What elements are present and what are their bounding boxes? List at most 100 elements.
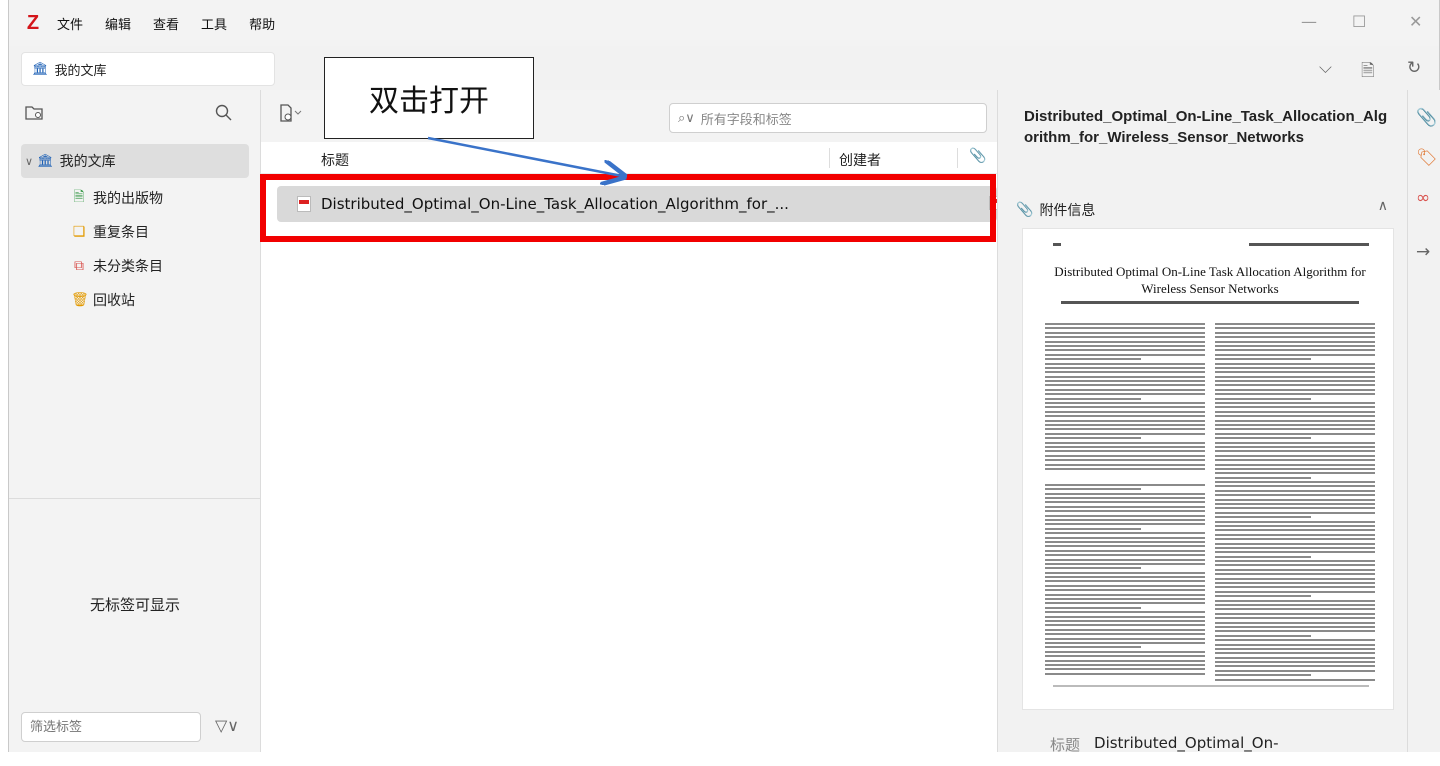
preview-text-line xyxy=(1215,639,1375,642)
menu-help[interactable]: 帮助 xyxy=(249,14,275,33)
preview-text-line xyxy=(1215,353,1375,356)
preview-text-line xyxy=(1045,371,1205,374)
collection-my-publications[interactable]: 🗎 我的出版物 xyxy=(71,186,163,210)
preview-text-line xyxy=(1215,608,1375,611)
collection-unfiled[interactable]: ⧉ 未分类条目 xyxy=(71,254,163,278)
preview-text-line xyxy=(1045,540,1205,543)
preview-text-line xyxy=(1215,621,1375,624)
preview-text-line xyxy=(1215,564,1375,567)
collections-toolbar xyxy=(9,90,260,142)
menu-view[interactable]: 查看 xyxy=(153,14,179,33)
preview-text-line xyxy=(1215,617,1375,620)
sync-icon[interactable]: ↻ xyxy=(1407,58,1421,78)
maximize-button[interactable]: ☐ xyxy=(1352,12,1366,31)
preview-text-line xyxy=(1215,507,1375,510)
preview-text-line xyxy=(1215,511,1375,514)
collection-label: 未分类条目 xyxy=(93,259,163,275)
preview-text-line xyxy=(1045,336,1205,339)
chevron-up-icon[interactable]: ∧ xyxy=(1378,198,1388,214)
chevron-down-icon[interactable]: ⌵ xyxy=(1319,58,1332,78)
column-divider[interactable] xyxy=(829,148,830,168)
attachment-column-icon[interactable]: 📎 xyxy=(969,148,986,164)
related-icon[interactable]: ∞ xyxy=(1416,188,1430,208)
filter-icon[interactable]: ▽∨ xyxy=(215,716,239,735)
preview-text-line xyxy=(1215,419,1375,422)
preview-text-line xyxy=(1045,510,1205,513)
search-icon: ⌕∨ xyxy=(678,110,695,126)
preview-text-line xyxy=(1045,349,1205,352)
preview-title: Distributed Optimal On-Line Task Allocat… xyxy=(1054,264,1366,296)
tab-my-library[interactable]: 🏛 我的文库 xyxy=(21,52,275,86)
preview-text-line xyxy=(1215,529,1375,532)
search-icon[interactable] xyxy=(215,104,233,127)
preview-text-line xyxy=(1045,467,1205,470)
preview-text-line xyxy=(1215,503,1375,506)
tag-icon[interactable]: 🏷 xyxy=(1416,148,1438,168)
items-search-input[interactable]: ⌕∨ 所有字段和标签 xyxy=(669,103,987,133)
collection-trash[interactable]: 🗑 回收站 xyxy=(71,288,135,312)
tag-selector-divider[interactable] xyxy=(9,498,261,499)
preview-text-line xyxy=(1215,476,1311,479)
preview-text-line xyxy=(1215,463,1375,466)
preview-text-line xyxy=(1215,656,1375,659)
column-creator[interactable]: 创建者 xyxy=(839,150,881,170)
attachment-info-header[interactable]: 📎 附件信息 ∧ xyxy=(1016,198,1400,222)
preview-text-line xyxy=(1215,454,1375,457)
collection-my-library[interactable]: ∨ 🏛 我的文库 xyxy=(21,144,249,178)
preview-text-line xyxy=(1215,472,1375,475)
close-button[interactable]: ✕ xyxy=(1409,12,1422,31)
menu-tools[interactable]: 工具 xyxy=(201,14,227,33)
preview-text-line xyxy=(1215,323,1375,325)
preview-text-line xyxy=(1045,375,1205,378)
preview-text-line xyxy=(1045,558,1205,561)
preview-text-line xyxy=(1045,519,1205,522)
preview-text-line xyxy=(1045,432,1205,435)
preview-text-line xyxy=(1215,498,1375,501)
menu-file[interactable]: 文件 xyxy=(57,14,83,33)
minimize-button[interactable]: — xyxy=(1301,12,1317,31)
chevron-down-icon[interactable]: ∨ xyxy=(25,155,33,168)
preview-text-line xyxy=(1045,492,1205,495)
collections-pane: ∨ 🏛 我的文库 🗎 我的出版物 ❏ 重复条目 ⧉ 未分类条目 🗑 回收站 无标… xyxy=(9,90,261,752)
preview-text-line xyxy=(1215,551,1375,554)
preview-text-line xyxy=(1045,562,1205,565)
preview-text-line xyxy=(1215,630,1375,633)
title-field-value[interactable]: Distributed_Optimal_On- xyxy=(1094,734,1278,755)
publications-icon: 🗎 xyxy=(73,189,85,205)
preview-text-line xyxy=(1045,384,1205,387)
preview-text-line xyxy=(1215,344,1375,347)
preview-text-line xyxy=(1045,584,1205,587)
preview-text-line xyxy=(1215,331,1375,334)
preview-text-line xyxy=(1215,599,1375,602)
preview-text-line xyxy=(1045,483,1205,486)
collection-duplicates[interactable]: ❏ 重复条目 xyxy=(71,220,149,244)
tab-bar: 🏛 我的文库 ⌵ 🗎 ↻ xyxy=(9,46,1439,90)
new-item-icon[interactable] xyxy=(279,104,303,126)
tab-label: 我的文库 xyxy=(54,63,107,79)
preview-text-line xyxy=(1215,336,1375,339)
preview-text-line xyxy=(1215,604,1375,606)
reader-icon[interactable]: 🗎 xyxy=(1361,58,1375,87)
preview-text-line xyxy=(1215,494,1375,497)
new-collection-icon[interactable] xyxy=(25,104,43,125)
preview-text-line xyxy=(1045,488,1141,491)
preview-running-header xyxy=(1053,243,1369,246)
locate-icon[interactable]: → xyxy=(1416,242,1430,262)
preview-text-line xyxy=(1215,524,1375,527)
preview-text-line xyxy=(1045,393,1205,396)
preview-text-line xyxy=(1215,388,1375,391)
item-pane-sidenav: 📎 🏷 ∞ → xyxy=(1407,90,1440,752)
paperclip-icon[interactable]: 📎 xyxy=(1416,108,1437,128)
tag-filter-input[interactable] xyxy=(21,712,201,742)
item-pane: Distributed_Optimal_On-Line_Task_Allocat… xyxy=(997,90,1407,755)
column-divider[interactable] xyxy=(957,148,958,168)
preview-text-line xyxy=(1215,366,1375,369)
preview-text-line xyxy=(1045,615,1205,618)
preview-text-line xyxy=(1215,362,1375,365)
preview-text-line xyxy=(1045,501,1205,504)
column-title[interactable]: 标题 xyxy=(321,150,349,170)
attachment-preview[interactable]: Distributed Optimal On-Line Task Allocat… xyxy=(1022,228,1394,710)
preview-text-line xyxy=(1215,402,1375,405)
preview-text-line xyxy=(1215,371,1375,374)
menu-edit[interactable]: 编辑 xyxy=(105,14,131,33)
